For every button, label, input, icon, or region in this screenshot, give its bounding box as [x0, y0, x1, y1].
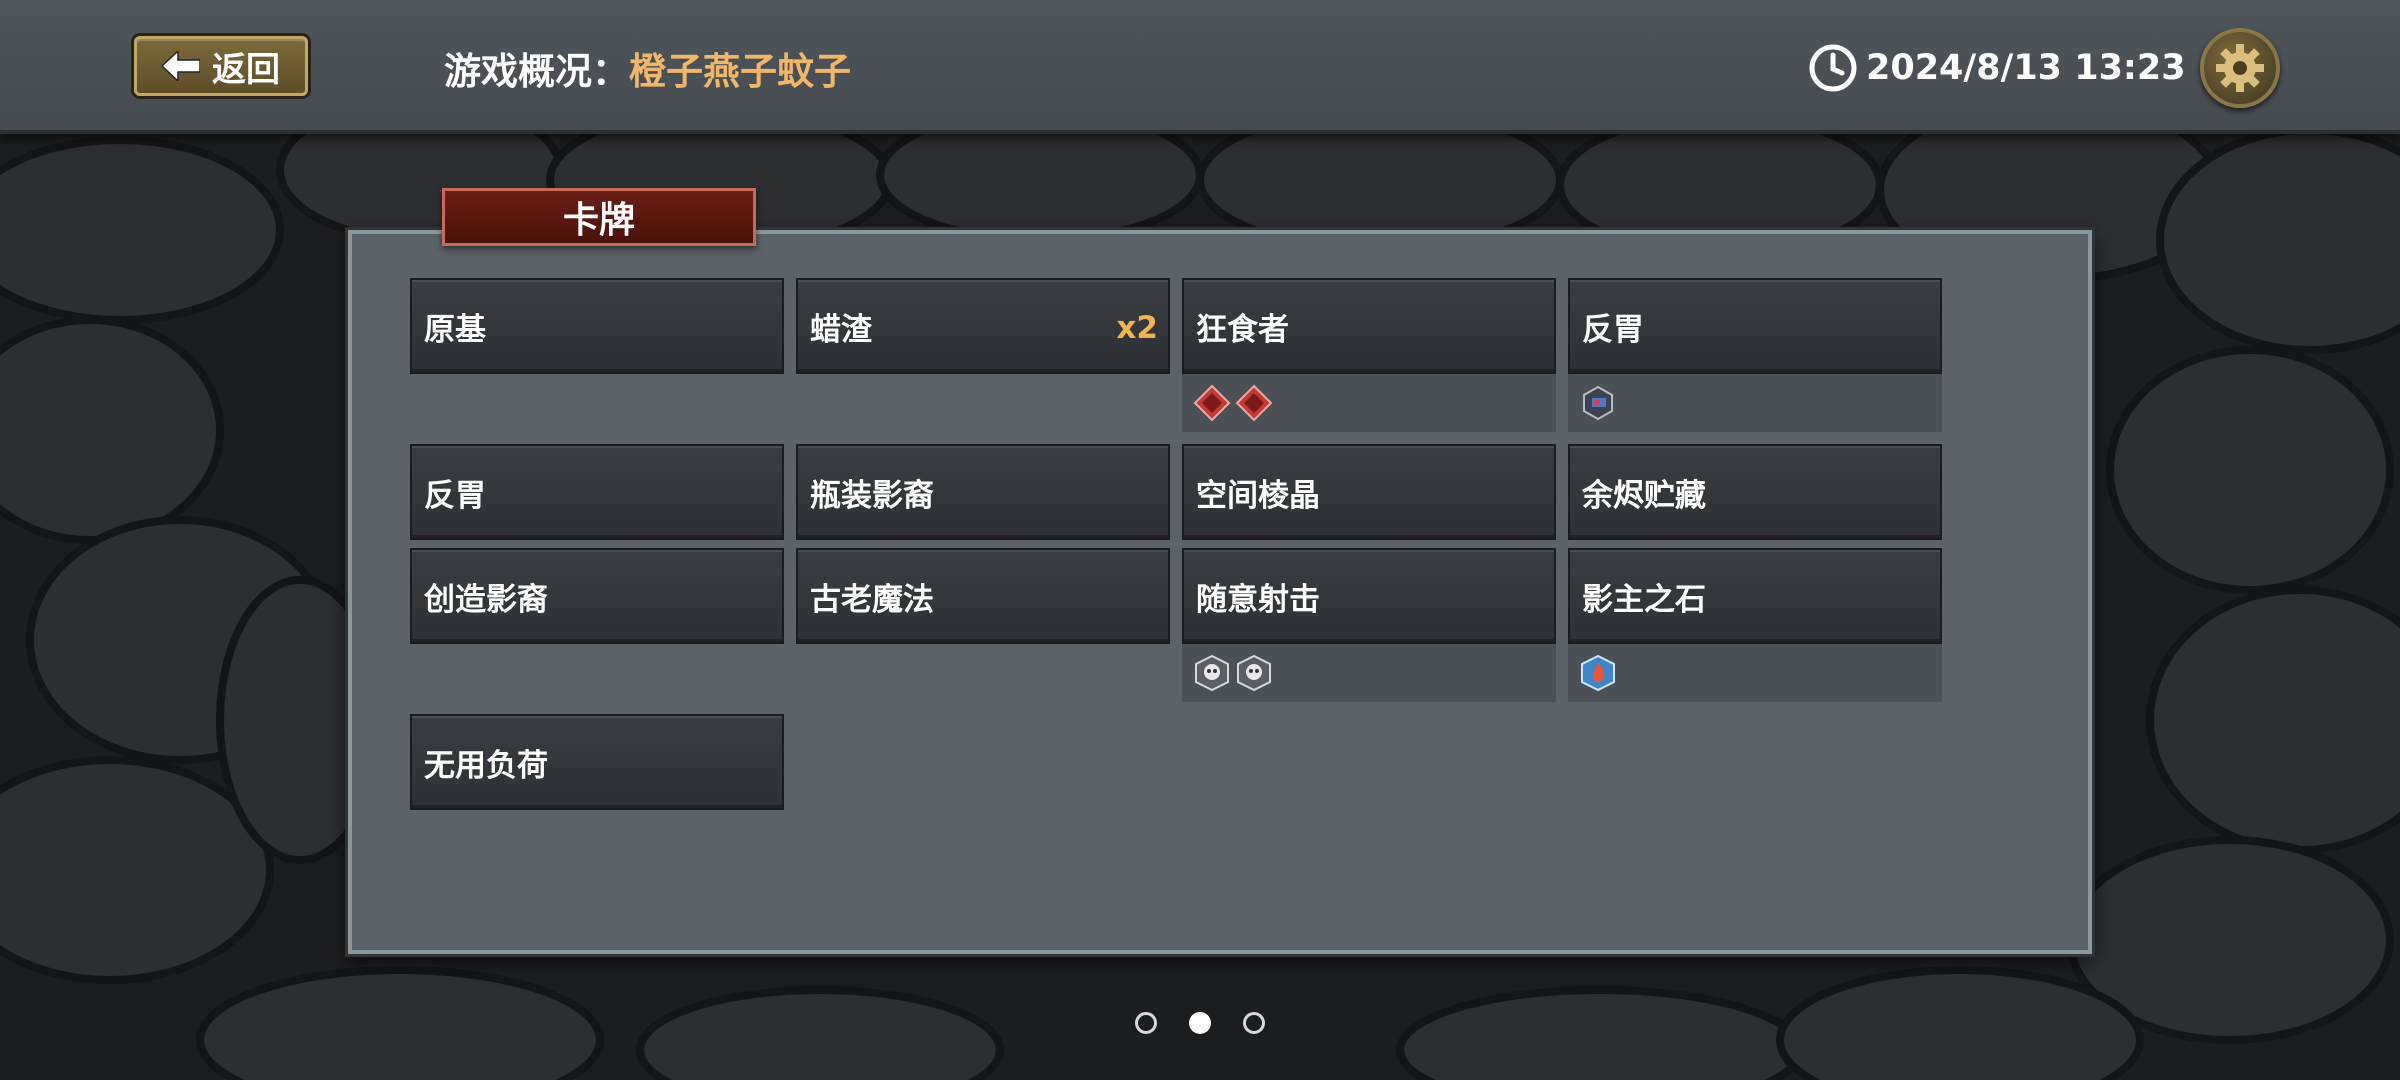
- flame-crest-icon: [1581, 654, 1615, 692]
- card-item[interactable]: 无用负荷: [410, 714, 784, 810]
- card-name: 狂食者: [1196, 311, 1289, 348]
- top-bar: 返回 游戏概况： 橙子燕子蚊子 2024/8/13 13:23: [0, 0, 2400, 134]
- card-name: 蜡渣: [810, 311, 872, 348]
- card-item[interactable]: 古老魔法: [796, 548, 1170, 644]
- card-name: 反胃: [424, 477, 486, 514]
- datetime-display: 2024/8/13 13:23: [1808, 40, 2186, 96]
- card-name: 创造影裔: [424, 581, 548, 618]
- card-item[interactable]: 蜡渣 x2: [796, 278, 1170, 374]
- clock-icon: [1809, 44, 1857, 92]
- card-name: 无用负荷: [424, 747, 548, 784]
- card-item[interactable]: 余烬贮藏: [1568, 444, 1942, 540]
- page-title: 游戏概况： 橙子燕子蚊子: [444, 40, 851, 96]
- back-button[interactable]: 返回: [134, 36, 308, 96]
- card-name: 原基: [424, 311, 486, 348]
- card-item[interactable]: 反胃: [410, 444, 784, 540]
- gear-icon: [2216, 44, 2264, 92]
- skull-crest-icon: [1237, 654, 1271, 692]
- card-item[interactable]: 影主之石: [1568, 548, 1942, 644]
- card-item[interactable]: 原基: [410, 278, 784, 374]
- card-item[interactable]: 瓶装影裔: [796, 444, 1170, 540]
- card-name: 古老魔法: [810, 581, 934, 618]
- card-item[interactable]: 空间棱晶: [1182, 444, 1556, 540]
- blue-crest-icon: [1583, 385, 1613, 421]
- skull-crest-icon: [1195, 654, 1229, 692]
- card-name: 空间棱晶: [1196, 477, 1320, 514]
- datetime-text: 2024/8/13 13:23: [1866, 48, 2186, 88]
- card-name: 反胃: [1582, 311, 1644, 348]
- page-indicator: [0, 1012, 2400, 1034]
- page-dot[interactable]: [1243, 1012, 1265, 1034]
- card-item[interactable]: 狂食者: [1182, 278, 1556, 374]
- card-item[interactable]: 创造影裔: [410, 548, 784, 644]
- card-item[interactable]: 随意射击: [1182, 548, 1556, 644]
- red-rune-icon: [1193, 384, 1231, 422]
- card-name: 随意射击: [1196, 581, 1320, 618]
- page-title-label: 游戏概况：: [444, 50, 629, 93]
- card-name: 瓶装影裔: [810, 477, 934, 514]
- page-title-value: 橙子燕子蚊子: [629, 50, 851, 93]
- card-upgrades: [1568, 644, 1942, 702]
- card-name: 影主之石: [1582, 581, 1706, 618]
- page-dot-active[interactable]: [1189, 1012, 1211, 1034]
- card-name: 余烬贮藏: [1582, 477, 1706, 514]
- card-upgrades: [1182, 374, 1556, 432]
- arrow-left-icon: [162, 51, 200, 81]
- tab-cards-label: 卡牌: [562, 200, 635, 241]
- red-rune-icon: [1235, 384, 1273, 422]
- tab-cards[interactable]: 卡牌: [442, 188, 756, 246]
- page-dot[interactable]: [1135, 1012, 1157, 1034]
- card-item[interactable]: 反胃: [1568, 278, 1942, 374]
- card-upgrades: [1568, 374, 1942, 432]
- settings-button[interactable]: [2200, 28, 2280, 108]
- back-button-label: 返回: [212, 49, 280, 90]
- card-count-badge: x2: [1116, 310, 1158, 346]
- card-upgrades: [1182, 644, 1556, 702]
